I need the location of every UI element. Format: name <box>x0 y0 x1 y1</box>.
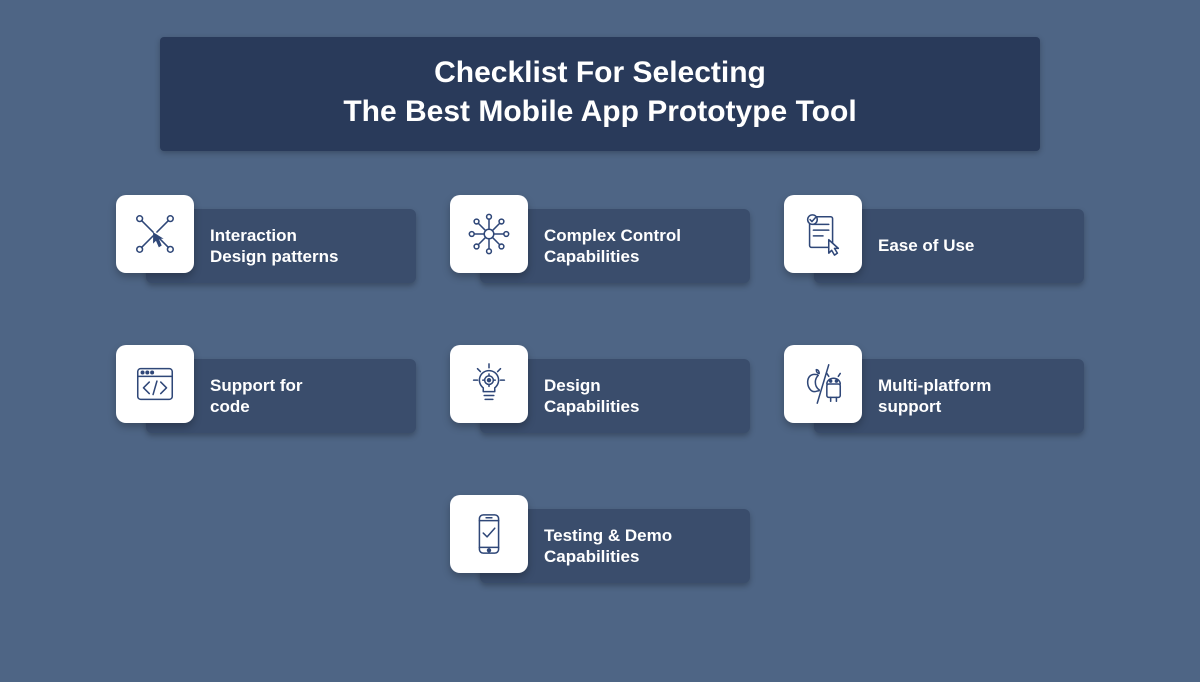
network-hub-icon <box>450 195 528 273</box>
card-ease-of-use: Ease of Use <box>784 201 1084 287</box>
card-label: Testing & Demo Capabilities <box>544 525 672 568</box>
card-label: Multi-platform support <box>878 375 991 418</box>
title-banner: Checklist For Selecting The Best Mobile … <box>160 37 1040 151</box>
card-design-capabilities: Design Capabilities <box>450 351 750 437</box>
card-complex-control: Complex Control Capabilities <box>450 201 750 287</box>
card-multi-platform: Multi-platform support <box>784 351 1084 437</box>
card-label: Support for code <box>210 375 303 418</box>
card-label: Ease of Use <box>878 235 974 256</box>
card-label: Interaction Design patterns <box>210 225 338 268</box>
card-interaction-design: Interaction Design patterns <box>116 201 416 287</box>
title-line-1: Checklist For Selecting <box>180 53 1020 92</box>
card-support-code: Support for code <box>116 351 416 437</box>
network-touch-icon <box>116 195 194 273</box>
multi-platform-icon <box>784 345 862 423</box>
code-window-icon <box>116 345 194 423</box>
title-line-2: The Best Mobile App Prototype Tool <box>180 92 1020 131</box>
card-testing-demo: Testing & Demo Capabilities <box>450 501 750 587</box>
cards-grid: Interaction Design patterns Complex Cont… <box>115 201 1085 587</box>
card-label: Complex Control Capabilities <box>544 225 681 268</box>
card-label: Design Capabilities <box>544 375 639 418</box>
phone-test-icon <box>450 495 528 573</box>
ease-check-icon <box>784 195 862 273</box>
idea-bulb-icon <box>450 345 528 423</box>
